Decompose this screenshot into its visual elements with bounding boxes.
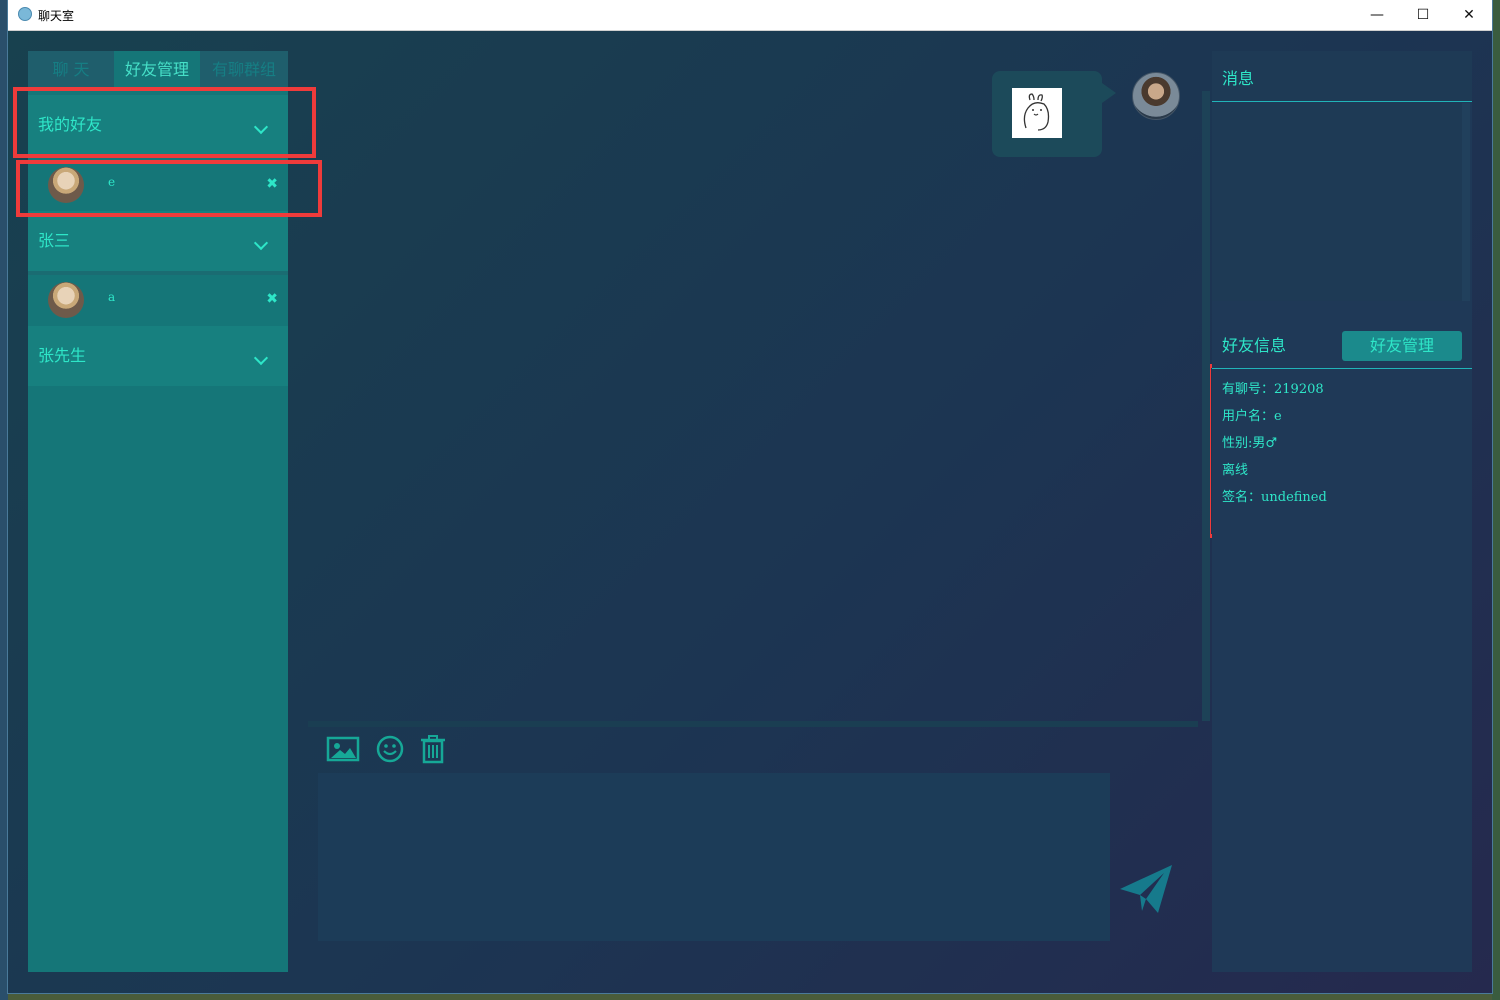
group-header-zhangsan[interactable]: 张三 bbox=[28, 211, 288, 271]
friend-gender: 性别:男♂ bbox=[1222, 436, 1278, 451]
tab-friend-management[interactable]: 好友管理 bbox=[114, 51, 200, 89]
app-body: 聊 天 好友管理 有聊群组 我的好友 e ✖ 张三 a ✖ 张先生 消息 好友信… bbox=[8, 31, 1492, 993]
notification-scrollbar[interactable] bbox=[1462, 103, 1470, 301]
chevron-down-icon bbox=[253, 235, 269, 251]
notification-list bbox=[1212, 103, 1462, 301]
highlight-box bbox=[16, 160, 322, 217]
close-button[interactable]: ✕ bbox=[1446, 0, 1492, 30]
avatar bbox=[48, 282, 84, 318]
friend-name: a bbox=[108, 290, 116, 304]
chat-window: 聊天室 — ☐ ✕ 聊 天 好友管理 有聊群组 我的好友 e ✖ 张三 a ✖ … bbox=[8, 0, 1492, 993]
sticker-image[interactable] bbox=[1012, 88, 1062, 138]
trash-icon[interactable] bbox=[416, 734, 450, 764]
info-panel: 消息 好友信息 好友管理 有聊号：219208 用户名：e 性别:男♂ 离线 签… bbox=[1212, 51, 1472, 972]
tab-groups[interactable]: 有聊群组 bbox=[200, 51, 288, 89]
friend-status: 离线 bbox=[1222, 463, 1249, 478]
title-bar: 聊天室 — ☐ ✕ bbox=[8, 0, 1492, 31]
smiley-icon[interactable] bbox=[373, 734, 407, 764]
divider bbox=[1212, 368, 1472, 369]
maximize-button[interactable]: ☐ bbox=[1400, 0, 1446, 30]
message-bubble-tail bbox=[1102, 83, 1116, 103]
messages-header: 消息 bbox=[1212, 51, 1472, 102]
avatar bbox=[1132, 72, 1180, 120]
chevron-down-icon bbox=[253, 350, 269, 366]
chat-scrollbar[interactable] bbox=[1202, 91, 1210, 721]
group-header-mr-zhang[interactable]: 张先生 bbox=[28, 326, 288, 386]
window-title: 聊天室 bbox=[38, 9, 75, 23]
tab-chat[interactable]: 聊 天 bbox=[28, 51, 114, 89]
highlight-box bbox=[13, 87, 316, 158]
group-label: 张先生 bbox=[38, 346, 87, 365]
chat-toolbar-divider bbox=[308, 721, 1198, 727]
friend-item-a[interactable]: a ✖ bbox=[28, 275, 288, 325]
remove-friend-icon[interactable]: ✖ bbox=[266, 275, 278, 323]
friend-id: 有聊号：219208 bbox=[1222, 382, 1324, 397]
messages-title: 消息 bbox=[1222, 69, 1255, 88]
send-button[interactable] bbox=[1118, 863, 1176, 919]
panel-tabs: 聊 天 好友管理 有聊群组 bbox=[28, 51, 288, 89]
friend-username: 用户名：e bbox=[1222, 409, 1282, 424]
friend-info-title: 好友信息 bbox=[1222, 336, 1287, 355]
desktop-background-left bbox=[0, 0, 8, 1000]
minimize-button[interactable]: — bbox=[1354, 0, 1400, 30]
message-input[interactable] bbox=[318, 773, 1110, 941]
desktop-background-right bbox=[1492, 0, 1500, 1000]
friend-signature: 签名：undefined bbox=[1222, 490, 1327, 505]
group-label: 张三 bbox=[38, 231, 71, 250]
friend-management-button[interactable]: 好友管理 bbox=[1342, 331, 1462, 361]
image-icon[interactable] bbox=[326, 734, 360, 764]
app-icon bbox=[18, 7, 32, 21]
